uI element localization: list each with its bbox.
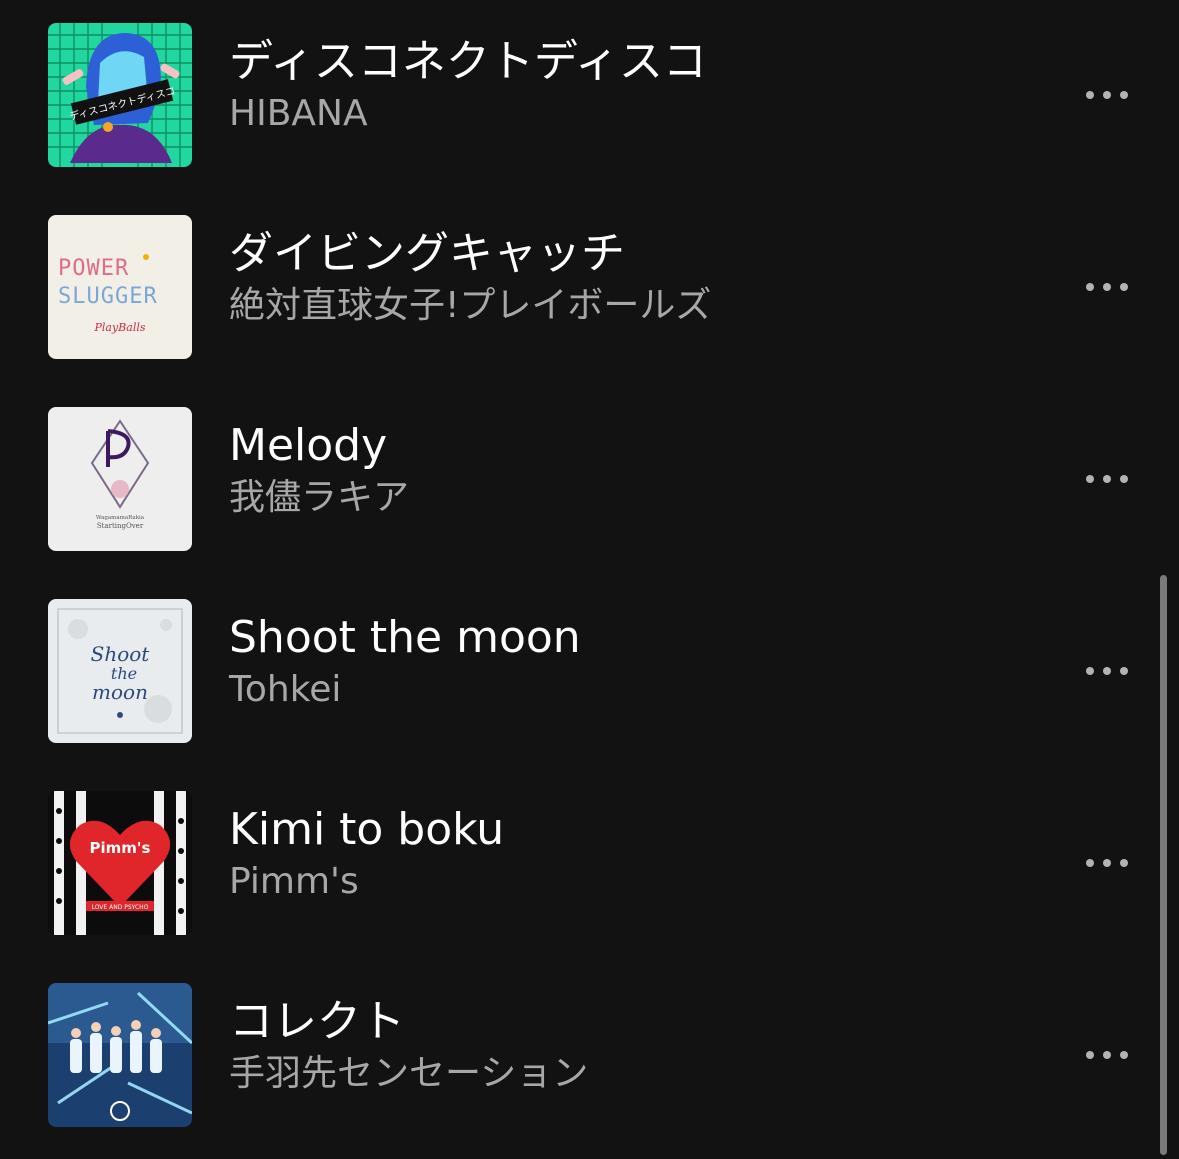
track-title: ダイビングキャッチ bbox=[229, 228, 625, 279]
album-cover-art bbox=[48, 983, 192, 1127]
cover-text: Pimm's bbox=[90, 839, 151, 857]
track-title: Shoot the moon bbox=[229, 612, 581, 663]
album-cover-art: Shoot the moon bbox=[48, 599, 192, 743]
track-title: Kimi to boku bbox=[229, 804, 505, 855]
track-title: コレクト bbox=[229, 996, 405, 1047]
track-title: ディスコネクトディスコ bbox=[229, 36, 707, 87]
more-horizontal-icon bbox=[1086, 91, 1094, 99]
album-cover-art: WagamamaRakia StartingOver bbox=[48, 407, 192, 551]
cover-text: Shoot bbox=[91, 642, 151, 666]
cover-subtext: WagamamaRakia bbox=[96, 515, 145, 521]
album-cover: POWER SLUGGER PlayBalls bbox=[48, 215, 192, 359]
more-horizontal-icon bbox=[1086, 667, 1094, 675]
album-cover bbox=[48, 983, 192, 1127]
more-horizontal-icon bbox=[1086, 283, 1094, 291]
track-artist: 我儘ラキア bbox=[229, 477, 410, 518]
track-row[interactable]: コレクト 手羽先センセーション bbox=[0, 960, 1179, 1152]
cover-text: POWER bbox=[58, 256, 129, 281]
track-row[interactable]: Pimm's LOVE AND PSYCHO Kimi to boku Pimm… bbox=[0, 768, 1179, 960]
album-cover: ディスコネクトディスコ bbox=[48, 23, 192, 167]
album-cover-art: POWER SLUGGER PlayBalls bbox=[48, 215, 192, 359]
cover-text: StartingOver bbox=[97, 522, 144, 530]
track-artist: HIBANA bbox=[229, 93, 368, 134]
cover-text: SLUGGER bbox=[58, 284, 158, 309]
more-options-button[interactable] bbox=[1072, 1035, 1142, 1075]
more-options-button[interactable] bbox=[1072, 267, 1142, 307]
track-text: Kimi to boku Pimm's bbox=[229, 804, 989, 904]
track-row[interactable]: ディスコネクトディスコ ディスコネクトディスコ HIBANA bbox=[0, 0, 1179, 192]
album-cover: WagamamaRakia StartingOver bbox=[48, 407, 192, 551]
cover-text: moon bbox=[92, 680, 148, 704]
album-cover: Shoot the moon bbox=[48, 599, 192, 743]
cover-subtext: LOVE AND PSYCHO bbox=[92, 904, 149, 911]
more-options-button[interactable] bbox=[1072, 651, 1142, 691]
more-options-button[interactable] bbox=[1072, 843, 1142, 883]
track-text: ディスコネクトディスコ HIBANA bbox=[229, 36, 989, 136]
more-options-button[interactable] bbox=[1072, 459, 1142, 499]
track-artist: Pimm's bbox=[229, 861, 359, 902]
scrollbar-thumb[interactable] bbox=[1160, 575, 1167, 1155]
track-list: ディスコネクトディスコ ディスコネクトディスコ HIBANA POWER SLU… bbox=[0, 0, 1179, 1159]
track-row[interactable]: POWER SLUGGER PlayBalls ダイビングキャッチ 絶対直球女子… bbox=[0, 192, 1179, 384]
track-row[interactable]: WagamamaRakia StartingOver Melody 我儘ラキア bbox=[0, 384, 1179, 576]
track-row[interactable]: Shoot the moon Shoot the moon Tohkei bbox=[0, 576, 1179, 768]
more-options-button[interactable] bbox=[1072, 75, 1142, 115]
track-text: Shoot the moon Tohkei bbox=[229, 612, 989, 712]
track-title: Melody bbox=[229, 420, 388, 471]
track-text: ダイビングキャッチ 絶対直球女子!プレイボールズ bbox=[229, 228, 989, 328]
album-cover: Pimm's LOVE AND PSYCHO bbox=[48, 791, 192, 935]
more-horizontal-icon bbox=[1086, 859, 1094, 867]
track-artist: 手羽先センセーション bbox=[229, 1053, 589, 1094]
cover-subtext: PlayBalls bbox=[93, 321, 145, 334]
track-artist: 絶対直球女子!プレイボールズ bbox=[229, 285, 712, 326]
track-text: コレクト 手羽先センセーション bbox=[229, 996, 989, 1096]
album-cover-art: Pimm's LOVE AND PSYCHO bbox=[48, 791, 192, 935]
track-artist: Tohkei bbox=[229, 669, 342, 710]
track-text: Melody 我儘ラキア bbox=[229, 420, 989, 520]
more-horizontal-icon bbox=[1086, 475, 1094, 483]
more-horizontal-icon bbox=[1086, 1051, 1094, 1059]
album-cover-art: ディスコネクトディスコ bbox=[48, 23, 192, 167]
